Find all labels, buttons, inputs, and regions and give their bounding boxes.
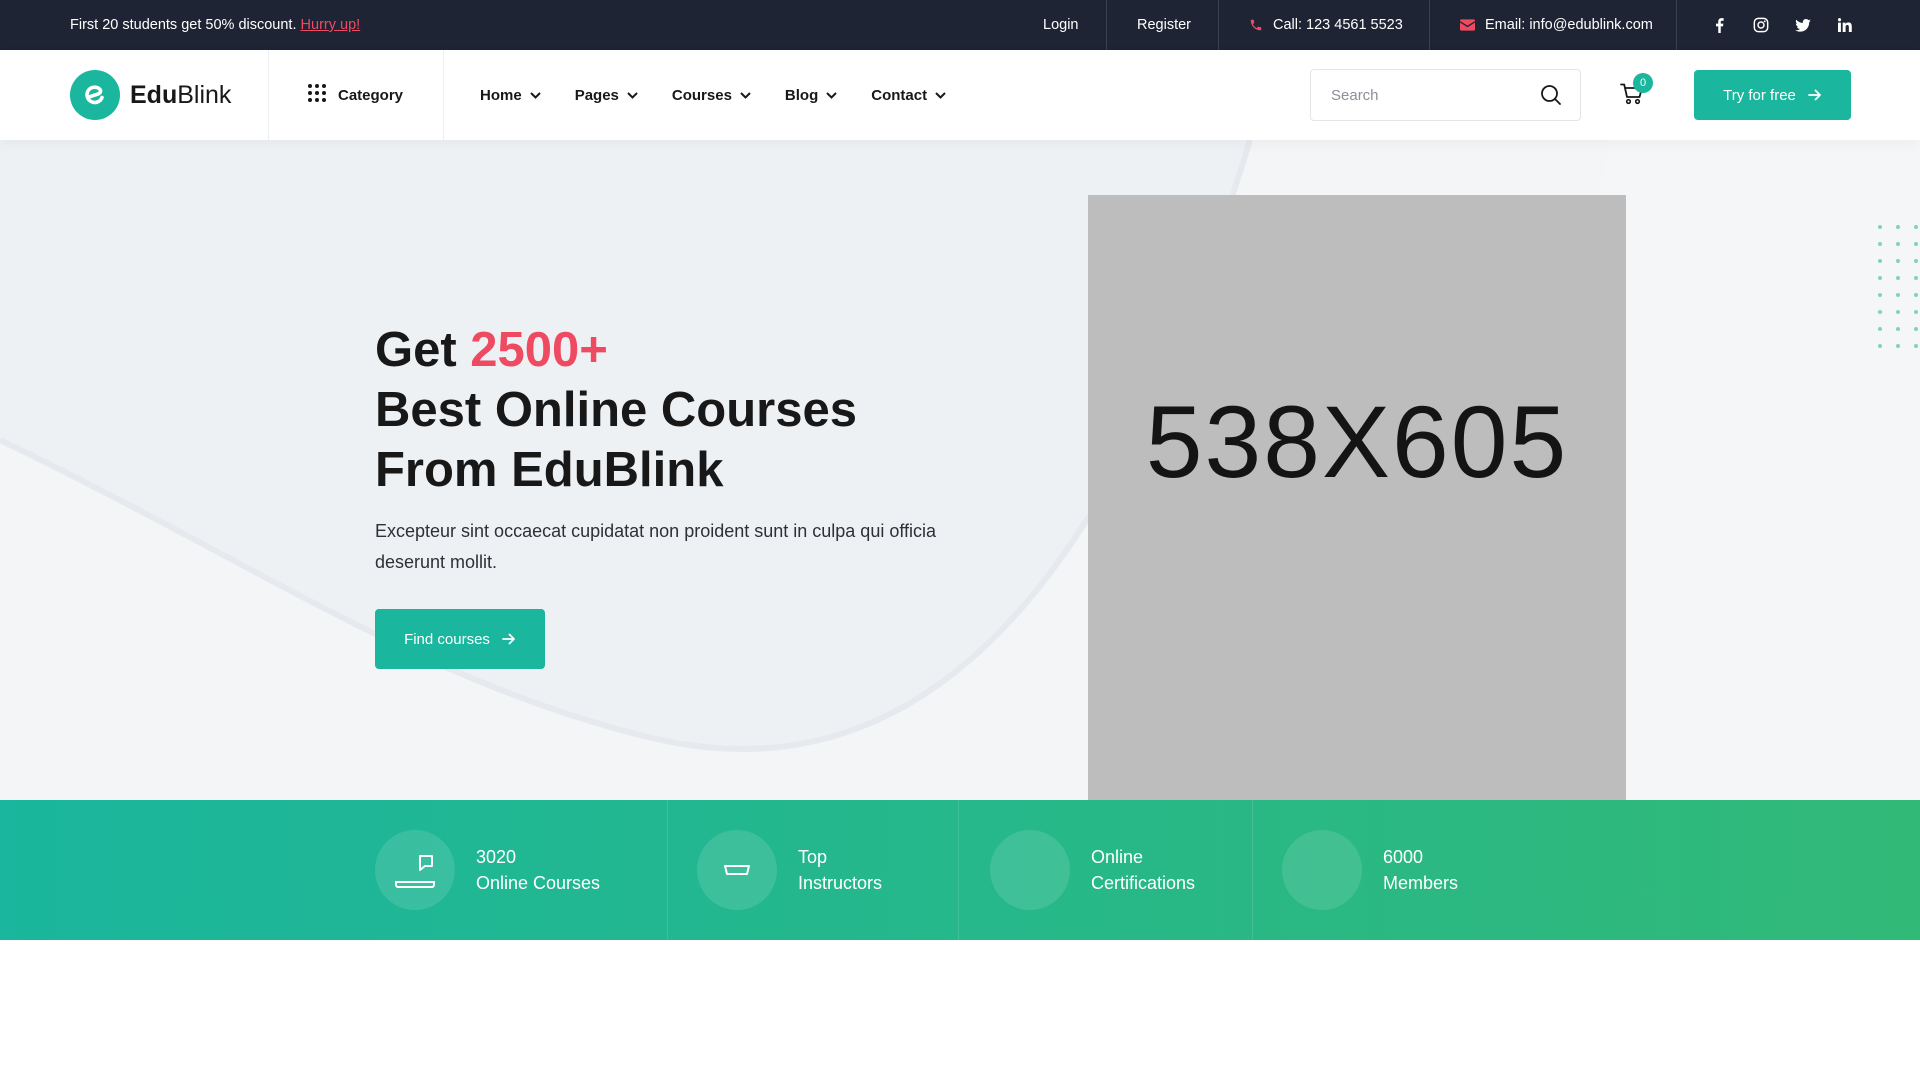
search-input[interactable] [1311, 70, 1531, 120]
stats-divider [1252, 800, 1253, 940]
stat-label: Online Certifications [1091, 844, 1195, 896]
stat-value: Top [798, 847, 828, 867]
chevron-down-icon [529, 91, 541, 99]
stat-value: 3020 [476, 847, 517, 867]
phone-label: Call: 123 4561 5523 [1273, 17, 1403, 33]
register-label: Register [1137, 17, 1191, 33]
top-bar: First 20 students get 50% discount. Hurr… [0, 0, 1920, 50]
nav-pages-label: Pages [574, 86, 619, 104]
chevron-down-icon [826, 91, 837, 99]
arrow-right-icon [502, 633, 515, 645]
placeholder-dimension-text: 538X605 [1145, 385, 1569, 499]
find-courses-button[interactable]: Find courses [375, 609, 545, 669]
chevron-down-icon [627, 91, 638, 99]
nav-home-label: Home [480, 86, 522, 104]
chevron-down-icon [740, 91, 751, 99]
nav-blog[interactable]: Blog [785, 87, 837, 104]
nav-contact[interactable]: Contact [871, 87, 946, 104]
category-label: Category [338, 86, 404, 104]
login-label: Login [1043, 17, 1079, 33]
stat-caption: Instructors [798, 873, 883, 893]
envelope-icon [1460, 19, 1475, 31]
stat-label: 6000 Members [1383, 844, 1458, 896]
stat-members: 6000 Members [1282, 800, 1458, 940]
hero-background-shape [0, 140, 1920, 800]
laptop-icon [375, 830, 455, 910]
arrow-right-icon [1807, 89, 1821, 101]
cart-count-badge: 0 [1633, 73, 1653, 93]
stat-label: 3020 Online Courses [476, 844, 600, 896]
hero-title: Get 2500+ Best Online Courses From EduBl… [375, 320, 857, 500]
stat-online-certifications: Online Certifications [990, 800, 1195, 940]
linkedin-icon[interactable] [1836, 18, 1854, 32]
main-header: EduBlink Category Home Pages Courses Blo… [0, 50, 1920, 140]
email-label: Email: info@edublink.com [1485, 17, 1653, 33]
grid-icon [308, 84, 326, 106]
stats-bar: 3020 Online Courses Top Instructors Onli… [0, 800, 1920, 940]
header-divider [443, 50, 444, 140]
nav-courses-label: Courses [671, 86, 732, 104]
members-icon [1282, 830, 1362, 910]
hero-image-placeholder: 538X605 [1088, 195, 1626, 800]
hero-title-prefix: Get [375, 323, 471, 377]
nav-blog-label: Blog [784, 86, 819, 104]
header-divider [268, 50, 269, 140]
register-link[interactable]: Register [1137, 0, 1191, 50]
phone-info[interactable]: Call: 123 4561 5523 [1249, 0, 1403, 50]
topbar-divider [1676, 0, 1677, 50]
stat-top-instructors: Top Instructors [697, 800, 882, 940]
email-info[interactable]: Email: info@edublink.com [1460, 0, 1653, 50]
logo-text-bold: Edu [130, 80, 178, 109]
stats-divider [958, 800, 959, 940]
try-for-free-label: Try for free [1723, 86, 1796, 104]
stats-divider [667, 800, 668, 940]
topbar-divider [1218, 0, 1219, 50]
topbar-divider [1106, 0, 1107, 50]
stat-value: Online [1091, 847, 1144, 867]
hero-title-line3: From EduBlink [375, 443, 724, 497]
hero-section: Get 2500+ Best Online Courses From EduBl… [0, 140, 1920, 800]
instagram-icon[interactable] [1752, 17, 1770, 33]
stat-label: Top Instructors [798, 844, 882, 896]
login-link[interactable]: Login [1043, 0, 1078, 50]
certificate-icon [990, 830, 1070, 910]
hero-title-line2: Best Online Courses [375, 383, 857, 437]
promo-banner: First 20 students get 50% discount. Hurr… [70, 0, 360, 50]
nav-courses[interactable]: Courses [672, 87, 751, 104]
cart-button[interactable]: 0 [1620, 73, 1653, 110]
stat-value: 6000 [1383, 847, 1424, 867]
phone-icon [1249, 18, 1263, 32]
logo-mark-icon [70, 70, 120, 120]
social-links [1710, 0, 1854, 50]
main-nav: Home Pages Courses Blog Contact [480, 50, 946, 140]
search-icon[interactable] [1540, 84, 1562, 111]
hero-title-accent: 2500+ [470, 323, 608, 377]
logo-text: EduBlink [130, 81, 231, 110]
topbar-divider [1429, 0, 1430, 50]
stat-caption: Members [1383, 873, 1459, 893]
stat-online-courses: 3020 Online Courses [375, 800, 600, 940]
instructor-icon [697, 830, 777, 910]
nav-pages[interactable]: Pages [575, 87, 638, 104]
category-menu[interactable]: Category [308, 50, 403, 140]
promo-link[interactable]: Hurry up! [301, 17, 361, 33]
logo-text-light: Blink [177, 80, 232, 109]
facebook-icon[interactable] [1710, 17, 1728, 33]
search-box [1310, 69, 1581, 121]
stat-caption: Certifications [1091, 873, 1196, 893]
nav-contact-label: Contact [871, 86, 928, 104]
twitter-icon[interactable] [1794, 18, 1812, 32]
find-courses-label: Find courses [404, 630, 490, 648]
dot-pattern-decoration [1878, 225, 1918, 348]
promo-text: First 20 students get 50% discount. [70, 17, 297, 33]
hero-description: Excepteur sint occaecat cupidatat non pr… [375, 521, 937, 572]
nav-home[interactable]: Home [480, 87, 541, 104]
try-for-free-button[interactable]: Try for free [1694, 70, 1851, 120]
site-logo[interactable]: EduBlink [70, 70, 231, 120]
stat-caption: Online Courses [476, 873, 601, 893]
chevron-down-icon [935, 91, 946, 99]
